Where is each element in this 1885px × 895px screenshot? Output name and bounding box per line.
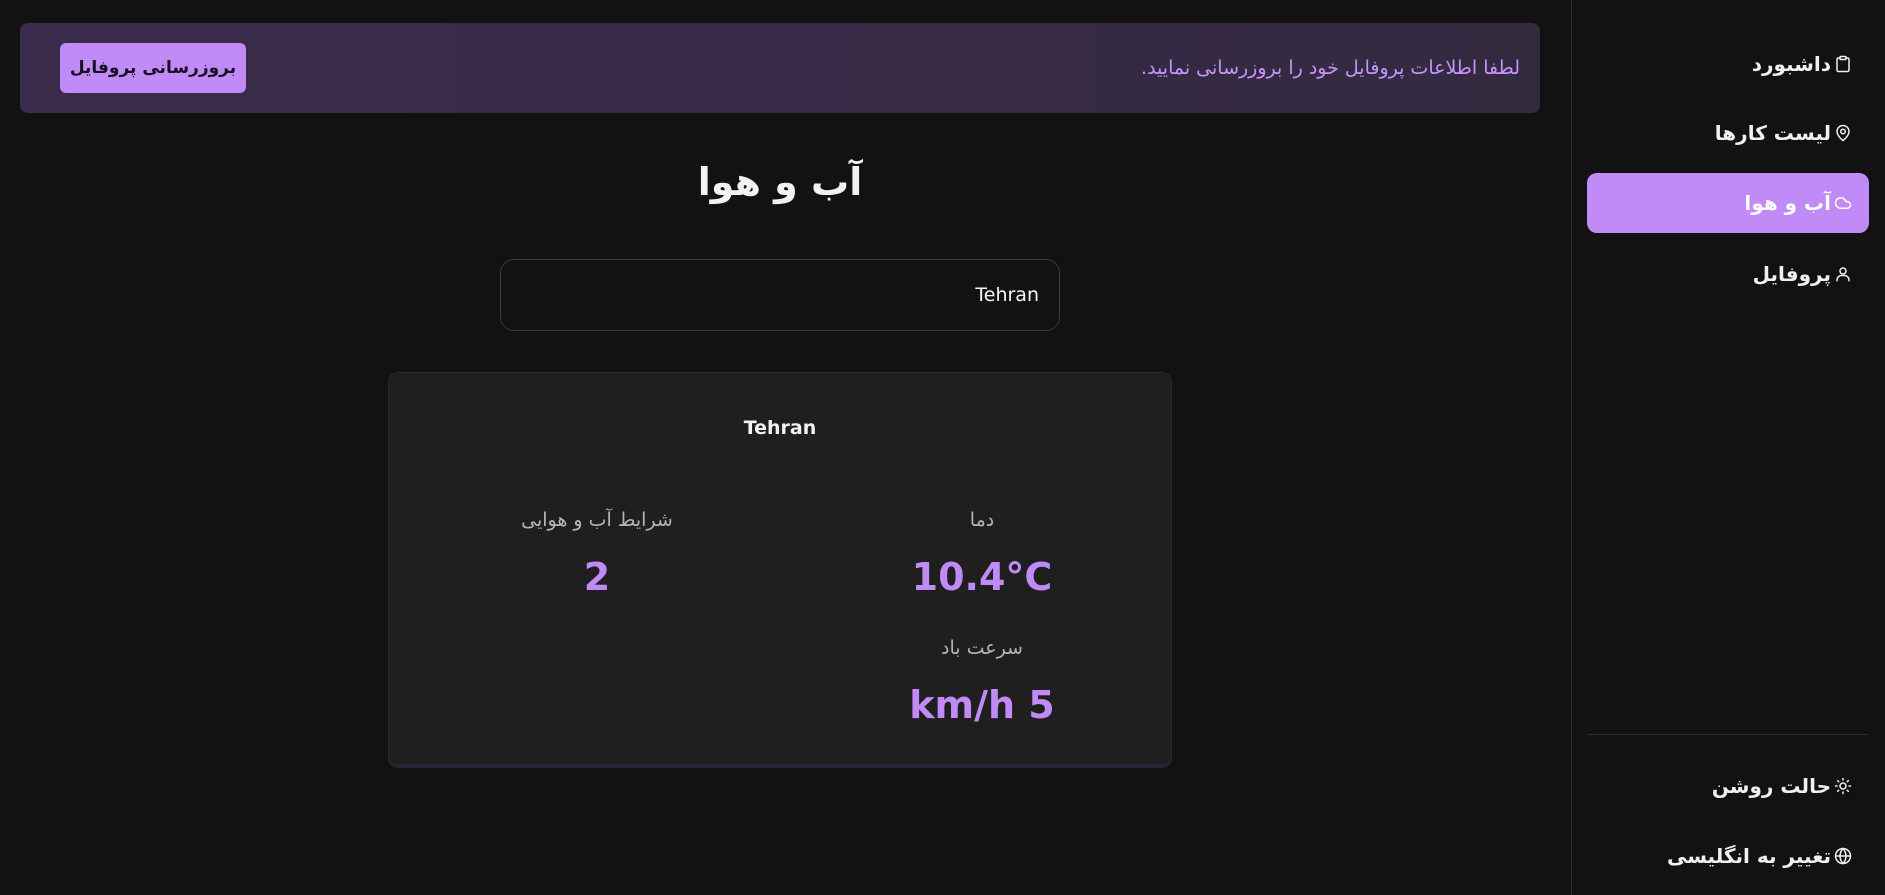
weather-city-name: Tehran bbox=[743, 417, 817, 439]
condition-label: شرایط آب و هوایی bbox=[521, 509, 673, 531]
profile-update-banner: لطفا اطلاعات پروفایل خود را بروزرسانی نم… bbox=[20, 23, 1540, 113]
sun-icon bbox=[1833, 776, 1853, 796]
city-search-input[interactable] bbox=[500, 259, 1060, 331]
globe-icon bbox=[1833, 846, 1853, 866]
sidebar-item-dashboard[interactable]: داشبورد bbox=[1587, 34, 1869, 94]
temperature-stat: دما 10.4°C bbox=[832, 505, 1132, 599]
sidebar-item-profile[interactable]: پروفایل bbox=[1587, 244, 1869, 304]
wind-speed-stat: سرعت باد km/h 5 bbox=[832, 633, 1132, 727]
temperature-label: دما bbox=[969, 509, 995, 531]
sidebar-divider bbox=[1587, 734, 1868, 735]
light-mode-toggle[interactable]: حالت روشن bbox=[1587, 756, 1869, 816]
user-icon bbox=[1833, 264, 1853, 284]
language-switch-english[interactable]: تغییر به انگلیسی bbox=[1587, 826, 1869, 886]
sidebar-item-todo-list[interactable]: لیست کارها bbox=[1587, 103, 1869, 163]
wind-speed-label: سرعت باد bbox=[941, 637, 1023, 659]
sidebar-item-label: لیست کارها bbox=[1714, 121, 1831, 145]
page-title: آب و هوا bbox=[697, 160, 863, 204]
clipboard-icon bbox=[1833, 54, 1853, 74]
weather-card: Tehran دما 10.4°C شرایط آب و هوایی 2 سرع… bbox=[388, 372, 1172, 765]
wind-speed-value: km/h 5 bbox=[909, 683, 1055, 727]
update-profile-button[interactable]: بروزرسانی پروفایل bbox=[60, 43, 246, 93]
language-switch-label: تغییر به انگلیسی bbox=[1666, 844, 1831, 868]
light-mode-label: حالت روشن bbox=[1711, 774, 1831, 798]
condition-stat: شرایط آب و هوایی 2 bbox=[447, 505, 747, 599]
banner-message: لطفا اطلاعات پروفایل خود را بروزرسانی نم… bbox=[1141, 57, 1520, 79]
sidebar: داشبورد لیست کارها آب و هوا پروفایل حالت… bbox=[1571, 0, 1885, 895]
sidebar-item-weather[interactable]: آب و هوا bbox=[1587, 173, 1869, 233]
sidebar-item-label: داشبورد bbox=[1751, 52, 1831, 76]
condition-value: 2 bbox=[583, 555, 611, 599]
app-root: لطفا اطلاعات پروفایل خود را بروزرسانی نم… bbox=[0, 0, 1885, 895]
sidebar-item-label: پروفایل bbox=[1752, 262, 1831, 286]
temperature-value: 10.4°C bbox=[911, 555, 1053, 599]
sidebar-item-label: آب و هوا bbox=[1744, 191, 1831, 215]
map-pin-icon bbox=[1833, 123, 1853, 143]
cloud-icon bbox=[1833, 193, 1853, 213]
